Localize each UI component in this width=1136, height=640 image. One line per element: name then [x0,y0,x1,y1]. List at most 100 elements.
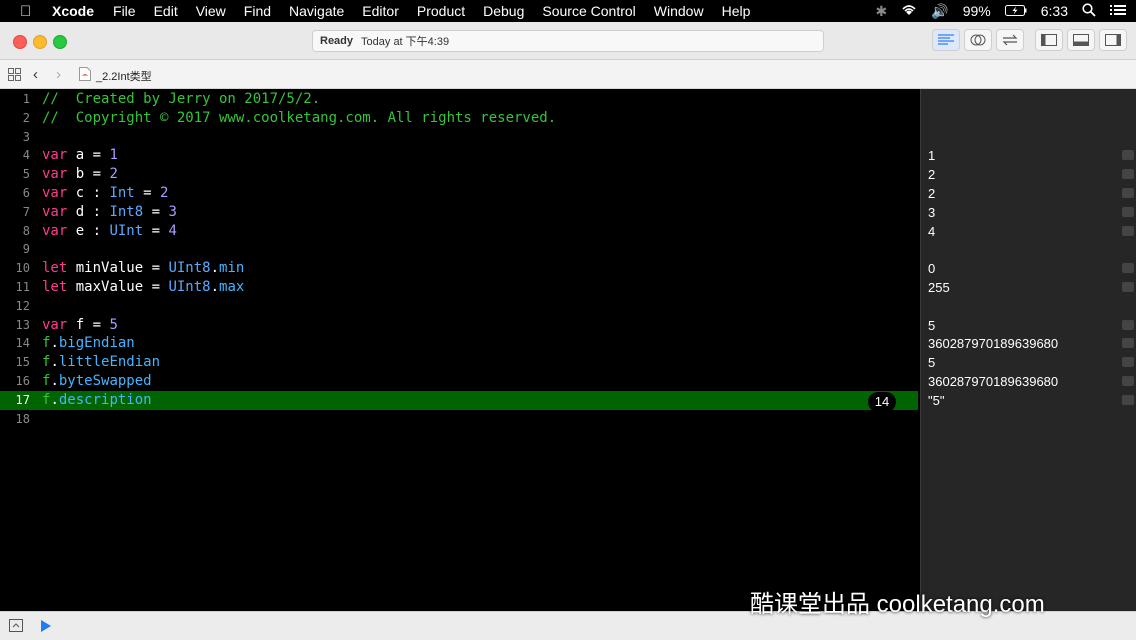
assistant-editor-button[interactable] [964,29,992,51]
code-token: 3 [168,203,177,220]
code-token: d : [67,203,110,220]
quick-look-icon[interactable] [1122,394,1134,405]
code-token: 5 [109,316,118,333]
result-value[interactable]: 255 [928,278,1134,297]
code-token: var [42,203,68,220]
code-line[interactable]: 4 var a = 1 [0,146,920,165]
quick-look-icon[interactable] [1122,357,1134,368]
result-value[interactable]: 0 [928,259,1134,278]
result-value[interactable]: 5 [928,316,1134,335]
code-line[interactable]: 16 f.byteSwapped [0,372,920,391]
code-token: // Copyright © 2017 www.coolketang.com. … [42,109,557,126]
standard-editor-button[interactable] [932,29,960,51]
result-value[interactable]: "5" [928,391,1134,410]
result-value[interactable]: 360287970189639680 [928,372,1134,391]
menu-app-name[interactable]: Xcode [52,3,94,19]
menu-file[interactable]: File [113,3,136,19]
code-line[interactable]: 8 var e : UInt = 4 [0,222,920,241]
line-number: 12 [15,298,30,313]
quick-look-icon[interactable] [1122,169,1134,180]
code-line[interactable]: 12 [0,297,920,316]
quick-look-icon[interactable] [1122,188,1134,198]
back-arrow-icon[interactable]: ‹ [33,66,38,83]
result-value[interactable]: 5 [928,353,1134,372]
quick-look-icon[interactable] [1122,150,1134,161]
quick-look-icon[interactable] [1122,263,1134,274]
line-number: 18 [15,411,30,426]
spotlight-search-icon[interactable] [1082,2,1096,20]
menu-debug[interactable]: Debug [483,3,524,19]
line-number: 6 [22,186,30,200]
code-text: var c : Int = 2 [42,184,168,203]
code-token: 2 [160,185,169,201]
bluetooth-icon[interactable]: ✱ [876,3,888,20]
zoom-button[interactable] [53,35,67,49]
line-badge: 14 [868,392,896,412]
menu-navigate[interactable]: Navigate [289,3,344,19]
code-line[interactable]: 13 var f = 5 [0,316,920,335]
close-button[interactable] [13,35,27,49]
code-line[interactable]: 7 var d : Int8 = 3 [0,203,920,222]
code-token: littleEndian [58,354,161,371]
apple-icon[interactable]:  [20,3,40,20]
quick-look-icon[interactable] [1122,319,1134,330]
code-line[interactable]: 1 // Created by Jerry on 2017/5/2. [0,90,920,109]
code-line[interactable]: 9 [0,240,920,259]
quick-look-icon[interactable] [1122,225,1134,236]
result-value[interactable]: 360287970189639680 [928,334,1134,353]
quick-look-icon[interactable] [1122,282,1134,292]
code-token: . [210,279,220,295]
quick-look-icon[interactable] [1122,376,1134,386]
version-editor-button[interactable] [996,29,1024,51]
menu-find[interactable]: Find [244,3,271,19]
menu-window[interactable]: Window [654,3,704,19]
code-token: var [42,185,68,201]
code-line[interactable]: 2 // Copyright © 2017 www.coolketang.com.… [0,109,920,128]
code-token: max [219,279,245,295]
notification-center-icon[interactable] [1110,3,1126,19]
menu-view[interactable]: View [196,3,226,19]
file-breadcrumb[interactable]: _2.2Int类型 [96,68,152,84]
related-items-icon[interactable] [8,68,21,84]
minimize-button[interactable] [33,35,47,49]
menu-product[interactable]: Product [417,3,465,19]
code-line[interactable]: 15 f.littleEndian [0,353,920,372]
result-text: 1 [928,148,936,164]
result-text: 0 [928,261,936,277]
line-number: 16 [15,374,30,388]
volume-icon[interactable]: 🔊 [931,3,948,20]
code-line[interactable]: 14 f.bigEndian [0,334,920,353]
hide-debug-area-icon[interactable] [9,619,23,637]
result-value[interactable]: 2 [928,184,1134,203]
code-line[interactable]: 17 f.description [0,390,918,410]
forward-arrow-icon[interactable]: › [56,66,61,83]
quick-look-icon[interactable] [1122,206,1134,217]
menu-help[interactable]: Help [722,3,751,19]
code-line[interactable]: 5 var b = 2 [0,165,920,184]
code-line[interactable]: 11 let maxValue = UInt8.max [0,278,920,297]
clock[interactable]: 6:33 [1041,3,1068,19]
utilities-toggle-button[interactable] [1099,29,1127,51]
code-token: UInt [109,222,144,239]
code-editor[interactable]: 1 // Created by Jerry on 2017/5/2. 2 // Cop… [0,89,920,611]
code-token: . [50,335,59,352]
code-line[interactable]: 18 [0,410,920,429]
debug-area-toggle-button[interactable] [1067,29,1095,51]
menu-editor[interactable]: Editor [362,3,399,19]
quick-look-icon[interactable] [1122,338,1134,349]
line-number: 4 [22,148,30,163]
result-value[interactable]: 2 [928,165,1134,184]
result-value[interactable]: 3 [928,203,1134,222]
run-playground-icon[interactable] [40,619,52,638]
battery-icon[interactable] [1004,3,1027,19]
assistant-editor-icon [970,34,986,46]
wifi-icon[interactable] [901,3,917,19]
code-line[interactable]: 6 var c : Int = 2 [0,184,920,203]
menu-edit[interactable]: Edit [154,3,178,19]
navigator-toggle-button[interactable] [1035,29,1063,51]
code-line[interactable]: 3 [0,128,920,147]
result-value[interactable]: 4 [928,222,1134,241]
code-line[interactable]: 10 let minValue = UInt8.min [0,259,920,278]
menu-source-control[interactable]: Source Control [542,3,635,19]
result-value[interactable]: 1 [928,146,1134,165]
